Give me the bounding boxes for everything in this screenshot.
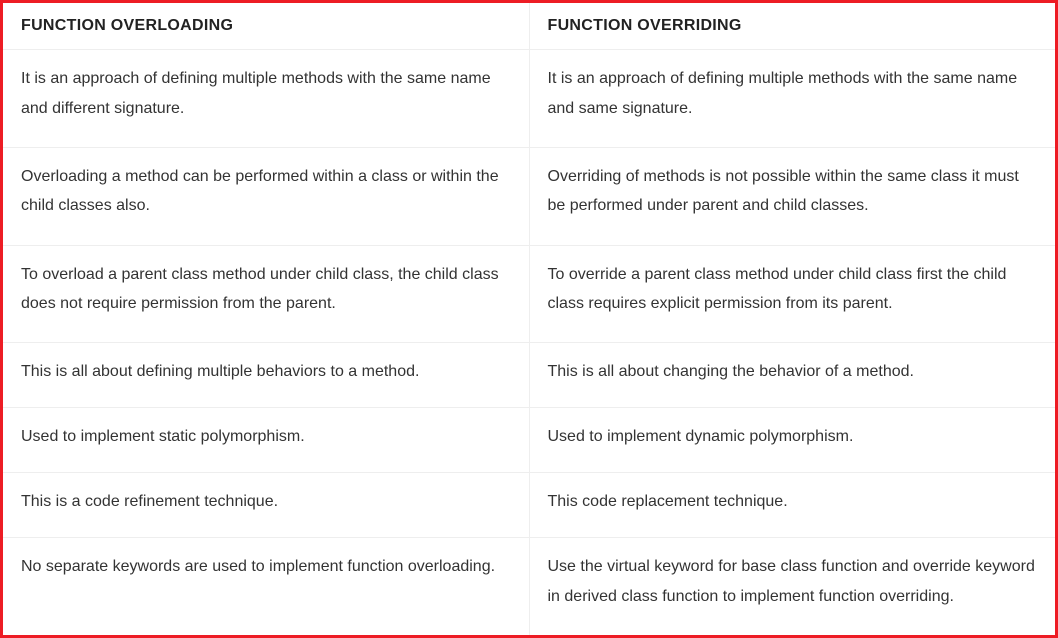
cell-overriding: Used to implement dynamic polymorphism.	[529, 408, 1055, 473]
cell-overloading: No separate keywords are used to impleme…	[3, 538, 529, 635]
cell-overloading: Used to implement static polymorphism.	[3, 408, 529, 473]
table-row: It is an approach of defining multiple m…	[3, 50, 1055, 148]
cell-overriding: Use the virtual keyword for base class f…	[529, 538, 1055, 635]
cell-overloading: To overload a parent class method under …	[3, 245, 529, 343]
header-overriding: FUNCTION OVERRIDING	[529, 3, 1055, 50]
table-row: This is all about defining multiple beha…	[3, 343, 1055, 408]
table-row: No separate keywords are used to impleme…	[3, 538, 1055, 635]
table-row: To overload a parent class method under …	[3, 245, 1055, 343]
cell-overloading: Overloading a method can be performed wi…	[3, 147, 529, 245]
cell-overloading: It is an approach of defining multiple m…	[3, 50, 529, 148]
cell-overriding: Overriding of methods is not possible wi…	[529, 147, 1055, 245]
table-row: This is a code refinement technique. Thi…	[3, 473, 1055, 538]
cell-overloading: This is a code refinement technique.	[3, 473, 529, 538]
cell-overriding: This is all about changing the behavior …	[529, 343, 1055, 408]
header-overloading: FUNCTION OVERLOADING	[3, 3, 529, 50]
table-container: FUNCTION OVERLOADING FUNCTION OVERRIDING…	[0, 0, 1058, 638]
cell-overriding: To override a parent class method under …	[529, 245, 1055, 343]
table-row: Used to implement static polymorphism. U…	[3, 408, 1055, 473]
cell-overloading: This is all about defining multiple beha…	[3, 343, 529, 408]
comparison-table: FUNCTION OVERLOADING FUNCTION OVERRIDING…	[3, 3, 1055, 635]
table-row: Overloading a method can be performed wi…	[3, 147, 1055, 245]
cell-overriding: It is an approach of defining multiple m…	[529, 50, 1055, 148]
table-header-row: FUNCTION OVERLOADING FUNCTION OVERRIDING	[3, 3, 1055, 50]
cell-overriding: This code replacement technique.	[529, 473, 1055, 538]
